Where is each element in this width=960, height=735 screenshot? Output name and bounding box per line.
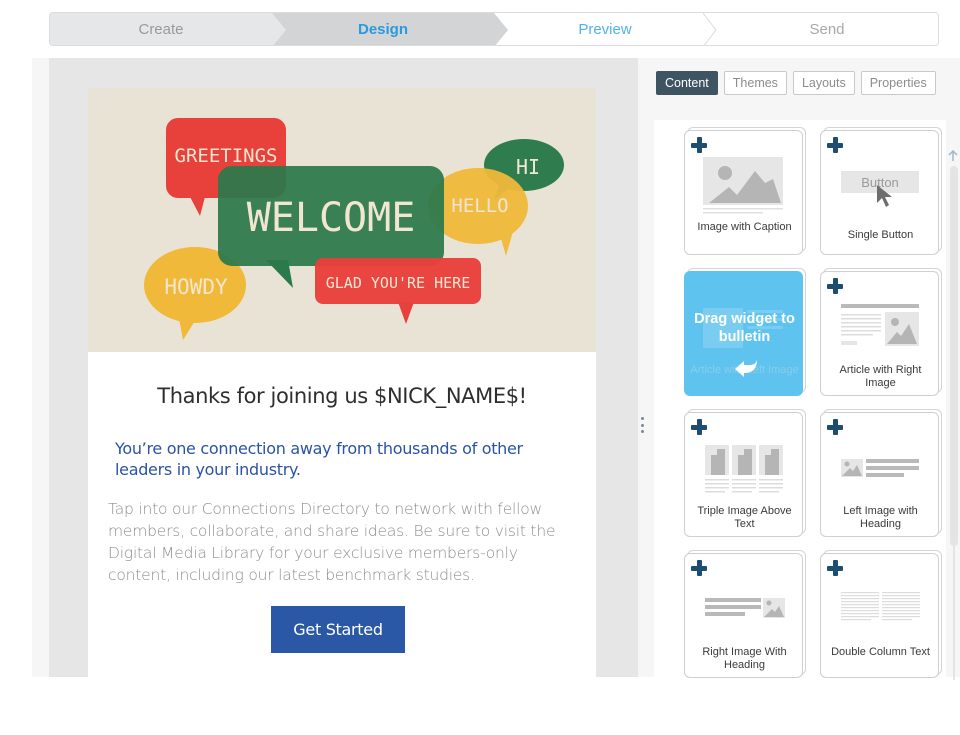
- widget-list: Image with Caption Button Single Button …: [654, 120, 946, 680]
- plus-icon[interactable]: [827, 419, 843, 435]
- widget-triple-image-above-text[interactable]: Triple Image Above Text: [684, 409, 806, 538]
- widget-label: Double Column Text: [831, 646, 930, 658]
- widget-label: Right Image With Heading: [702, 646, 787, 671]
- step-send[interactable]: Send: [716, 13, 938, 45]
- widget-label: Image with Caption: [697, 221, 792, 233]
- grip-dot: [640, 430, 644, 433]
- welcome-speech-bubbles-image: GREETINGS HI HELLO HOWDY WELCOME GLAD YO…: [88, 88, 596, 352]
- widget-article-with-left-image[interactable]: Drag widget to bulletin Article with Lef…: [684, 268, 806, 397]
- plus-icon[interactable]: [691, 137, 707, 153]
- step-arrow: [272, 13, 286, 45]
- widget-image-with-caption[interactable]: Image with Caption: [684, 127, 806, 256]
- step-preview-label: Preview: [578, 20, 632, 38]
- widget-article-with-right-image[interactable]: Article with Right Image: [820, 268, 942, 397]
- svg-text:HOWDY: HOWDY: [164, 275, 228, 299]
- email-bulletin: GREETINGS HI HELLO HOWDY WELCOME GLAD YO…: [88, 88, 596, 677]
- right-image-heading-icon: [705, 598, 785, 618]
- scrollbar-track: [953, 546, 955, 680]
- widget-label: Single Button: [847, 229, 914, 241]
- step-send-label: Send: [809, 20, 845, 38]
- svg-text:GREETINGS: GREETINGS: [175, 145, 278, 167]
- step-create[interactable]: Create: [50, 13, 286, 45]
- plus-icon[interactable]: [827, 137, 843, 153]
- widget-label: Article with Right Image: [839, 364, 922, 389]
- svg-text:HELLO: HELLO: [451, 195, 508, 217]
- step-preview[interactable]: Preview: [494, 13, 717, 45]
- grip-dot: [640, 417, 644, 420]
- tab-layouts[interactable]: Layouts: [792, 71, 855, 95]
- step-arrow: [494, 13, 508, 45]
- widget-single-button[interactable]: Button Single Button: [820, 127, 942, 256]
- image-caption-icon: [703, 157, 783, 214]
- widget-left-image-with-heading[interactable]: Left Image with Heading: [820, 409, 942, 538]
- email-title[interactable]: Thanks for joining us $NICK_NAME$!: [88, 384, 596, 408]
- widget-label: Left Image with Heading: [843, 505, 918, 530]
- scroll-up-arrow-icon[interactable]: [948, 150, 958, 162]
- drag-hint: Drag widget to bulletin: [694, 311, 795, 345]
- widget-double-column-text[interactable]: Double Column Text: [820, 550, 942, 679]
- widget-label: Triple Image Above Text: [697, 505, 792, 530]
- email-body-text[interactable]: Tap into our Connections Directory to ne…: [108, 498, 578, 586]
- panel-tabs: Content Themes Layouts Properties: [656, 71, 936, 95]
- plus-icon[interactable]: [691, 419, 707, 435]
- get-started-button[interactable]: Get Started: [271, 606, 405, 653]
- left-image-heading-icon: [841, 459, 919, 477]
- step-design[interactable]: Design: [272, 13, 508, 45]
- tab-content[interactable]: Content: [656, 71, 718, 95]
- article-right-image-icon: [841, 304, 919, 346]
- triple-image-icon: [705, 445, 783, 493]
- double-column-icon: [841, 592, 920, 621]
- step-design-label: Design: [357, 20, 408, 38]
- plus-icon[interactable]: [827, 560, 843, 576]
- button-icon: Button: [841, 171, 919, 207]
- grip-dot: [640, 423, 644, 427]
- step-divider: [703, 13, 717, 45]
- widget-right-image-with-heading[interactable]: Right Image With Heading: [684, 550, 806, 679]
- tab-themes[interactable]: Themes: [723, 71, 787, 95]
- svg-text:GLAD YOU'RE HERE: GLAD YOU'RE HERE: [326, 274, 471, 292]
- hero-image[interactable]: GREETINGS HI HELLO HOWDY WELCOME GLAD YO…: [88, 88, 596, 352]
- widget-list-scrollbar[interactable]: [950, 166, 958, 546]
- email-subtitle[interactable]: You’re one connection away from thousand…: [115, 438, 555, 480]
- svg-text:HI: HI: [516, 155, 540, 179]
- wizard-stepper: Create Design Preview Send: [49, 12, 939, 46]
- svg-text:WELCOME: WELCOME: [247, 195, 416, 241]
- step-create-label: Create: [138, 20, 184, 38]
- tab-properties[interactable]: Properties: [860, 71, 936, 95]
- plus-icon[interactable]: [691, 560, 707, 576]
- drag-arrow-icon: [735, 360, 757, 377]
- plus-icon[interactable]: [827, 278, 843, 294]
